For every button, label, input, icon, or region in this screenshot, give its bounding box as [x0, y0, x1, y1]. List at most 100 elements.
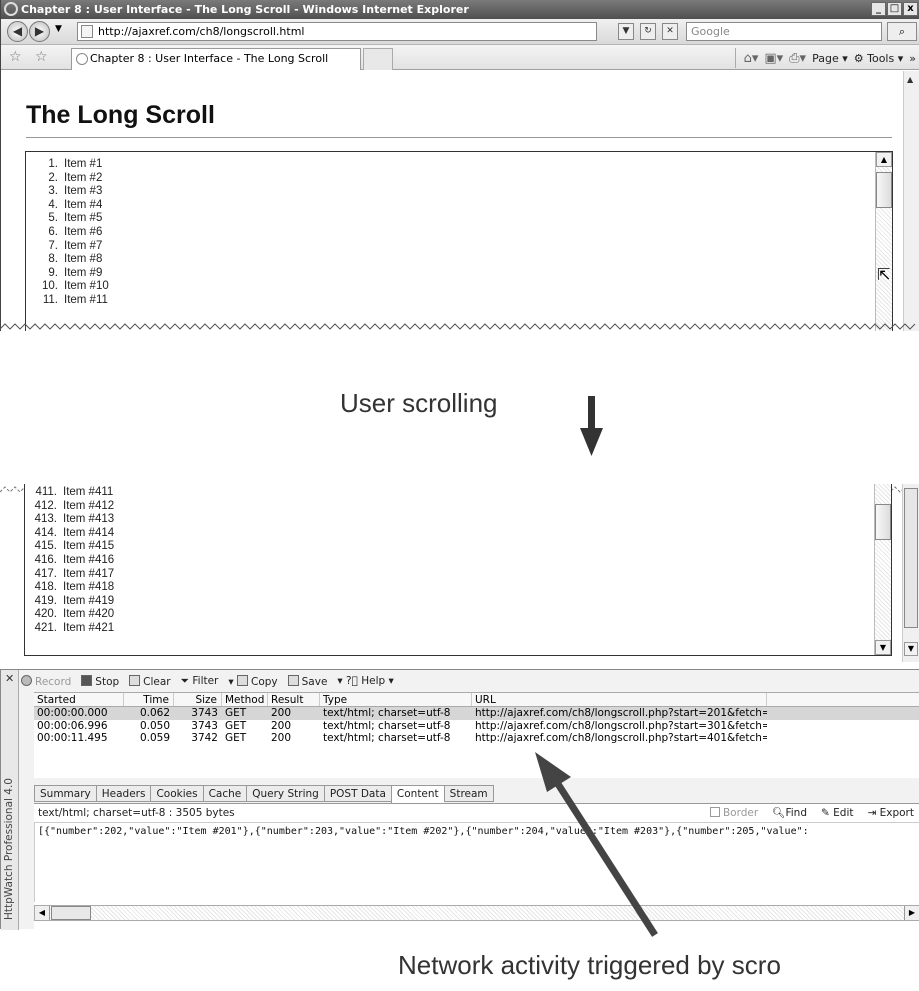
maximize-button[interactable]: □	[887, 2, 902, 16]
refresh-icon[interactable]: ↻	[640, 23, 656, 40]
minimize-button[interactable]: _	[871, 2, 886, 16]
list-item-number: 416.	[34, 553, 57, 566]
tab-query-string[interactable]: Query String	[246, 785, 324, 802]
tab-stream[interactable]: Stream	[443, 785, 494, 802]
list-item: 8. Item #8	[26, 253, 892, 267]
column-header[interactable]: Size	[174, 693, 222, 706]
stop-button[interactable]: Stop	[81, 674, 119, 688]
request-table: Started Time Size Method Result Type URL 00:00…	[34, 692, 919, 778]
scroll-left-arrow-icon[interactable]: ◀	[35, 906, 50, 920]
page-scrollbar[interactable]: ▼	[902, 484, 919, 662]
find-button[interactable]: 🔍︎Find	[772, 806, 807, 819]
scrollbar-thumb[interactable]	[876, 172, 892, 208]
list-item: 414. Item #414	[25, 527, 891, 541]
list-item: 412. Item #412	[25, 500, 891, 514]
list-item: 3. Item #3	[26, 185, 892, 199]
tab-longscroll[interactable]: Chapter 8 : User Interface - The Long Sc…	[71, 48, 361, 70]
clear-button[interactable]: Clear	[129, 674, 171, 688]
edit-button[interactable]: ✎ Edit	[821, 807, 853, 819]
url-field[interactable]: http://ajaxref.com/ch8/longscroll.html	[77, 22, 597, 41]
scrollbar-thumb[interactable]	[875, 504, 891, 540]
table-cell: 3743	[191, 707, 218, 719]
scroll-down-arrow-icon[interactable]: ▼	[904, 642, 918, 656]
list-item-number: 421.	[34, 621, 57, 634]
help-button[interactable]: ▾ ?⃝ Help ▾	[337, 675, 393, 687]
list-item-number: 11.	[42, 293, 58, 306]
list-item: 415. Item #415	[25, 540, 891, 554]
page-menu[interactable]: Page ▾	[812, 52, 848, 65]
list-scrollbar[interactable]: ▲	[875, 152, 892, 331]
list-scrollbar-scrolled[interactable]: ▼	[874, 484, 891, 655]
caption-network-activity: Network activity triggered by scro	[398, 950, 781, 980]
border-checkbox[interactable]: Border	[709, 806, 759, 819]
list-item: 9. Item #9	[26, 267, 892, 281]
tab-cookies[interactable]: Cookies	[150, 785, 203, 802]
add-favorites-icon[interactable]: ☆	[35, 49, 48, 65]
tab-cache[interactable]: Cache	[202, 785, 247, 802]
feeds-icon[interactable]: ▣▾	[764, 51, 783, 66]
table-cell: 3742	[191, 732, 218, 744]
scroll-list-box[interactable]: 1. Item #1 2. Item #2 3. Item #3 4. Item #4 5. It…	[25, 151, 893, 331]
search-input[interactable]: Google	[686, 22, 882, 41]
response-body[interactable]: [{"number":202,"value":"Item #201"},{"nu…	[34, 822, 919, 902]
home-icon[interactable]: ⌂▾	[744, 51, 759, 66]
history-dropdown-icon[interactable]: ▼	[55, 24, 62, 34]
tab-headers[interactable]: Headers	[95, 785, 151, 802]
border-checkbox-label: Border	[722, 806, 759, 819]
scroll-up-arrow-icon[interactable]: ▲	[907, 75, 913, 84]
export-button[interactable]: ⇥ Export	[867, 807, 914, 819]
table-cell: GET	[225, 707, 247, 719]
tab-content[interactable]: Content	[390, 785, 444, 803]
column-header[interactable]: Time	[124, 693, 174, 706]
search-icon[interactable]: ⌕	[887, 22, 917, 41]
scroll-right-arrow-icon[interactable]: ▶	[904, 906, 919, 920]
list-item: 421. Item #421	[25, 622, 891, 636]
httpwatch-sidebar: ✕ HttpWatch Professional 4.0	[1, 670, 19, 930]
table-row[interactable]: 00:00:11.495 0.059 3742 GET 200 text/html; ch…	[34, 732, 919, 745]
table-row[interactable]: 00:00:06.996 0.050 3743 GET 200 text/html; ch…	[34, 720, 919, 733]
content-hscrollbar[interactable]: ◀ ▶	[34, 905, 919, 921]
new-tab-button[interactable]	[363, 48, 393, 70]
page-scrollbar[interactable]: ▲	[903, 71, 919, 331]
tools-menu[interactable]: ⚙ Tools ▾	[854, 52, 904, 65]
table-row[interactable]: 00:00:00.000 0.062 3743 GET 200 text/html; ch…	[34, 707, 919, 720]
list-item: 10. Item #10	[26, 280, 892, 294]
tab-summary[interactable]: Summary	[34, 785, 96, 802]
save-icon	[287, 674, 299, 686]
list-item-label: Item #415	[63, 540, 115, 553]
list-item: 417. Item #417	[25, 568, 891, 582]
scroll-down-arrow-icon[interactable]: ▼	[875, 640, 891, 655]
content-pane: text/html; charset=utf-8 : 3505 bytes Bo…	[34, 803, 919, 930]
chevron-right-icon[interactable]: »	[909, 52, 916, 65]
table-cell: http://ajaxref.com/ch8/longscroll.php?st…	[475, 719, 767, 732]
ie-icon	[4, 2, 18, 16]
copy-button[interactable]: ▾ Copy	[228, 674, 278, 688]
save-button[interactable]: Save	[287, 674, 327, 688]
column-header[interactable]: URL	[472, 693, 767, 706]
list-item: 419. Item #419	[25, 595, 891, 609]
table-cell: text/html; charset=utf-8	[323, 719, 451, 732]
page-scrollbar-thumb[interactable]	[904, 488, 918, 628]
hscroll-thumb[interactable]	[51, 906, 91, 920]
favorites-star-icon[interactable]: ☆	[9, 49, 22, 65]
close-button[interactable]: x	[903, 2, 918, 16]
column-header[interactable]: Type	[320, 693, 472, 706]
print-icon[interactable]: ⎙▾	[789, 51, 806, 66]
column-header[interactable]: Result	[268, 693, 320, 706]
column-header[interactable]: Started	[34, 693, 124, 706]
list-item-label: Item #413	[63, 513, 115, 526]
back-button[interactable]: ◀	[7, 21, 28, 42]
close-icon[interactable]: ✕	[5, 672, 14, 685]
stop-icon[interactable]: ✕	[662, 23, 678, 40]
list-item-number: 10.	[42, 280, 58, 293]
forward-button[interactable]: ▶	[29, 21, 50, 42]
column-header[interactable]: Method	[222, 693, 268, 706]
edit-button-label: Edit	[833, 806, 854, 819]
record-button[interactable]: Record	[21, 674, 71, 688]
scroll-up-arrow-icon[interactable]: ▲	[876, 152, 892, 167]
url-dropdown-icon[interactable]: ▼	[618, 23, 634, 40]
filter-button[interactable]: ⏷ Filter	[181, 675, 219, 688]
scroll-list-box-scrolled[interactable]: 411. Item #411 412. Item #412 413. Item #413 4…	[24, 484, 892, 656]
tab-post-data[interactable]: POST Data	[323, 785, 391, 802]
address-bar: ◀ ▶ ▼ http://ajaxref.com/ch8/longscroll.…	[1, 19, 919, 45]
